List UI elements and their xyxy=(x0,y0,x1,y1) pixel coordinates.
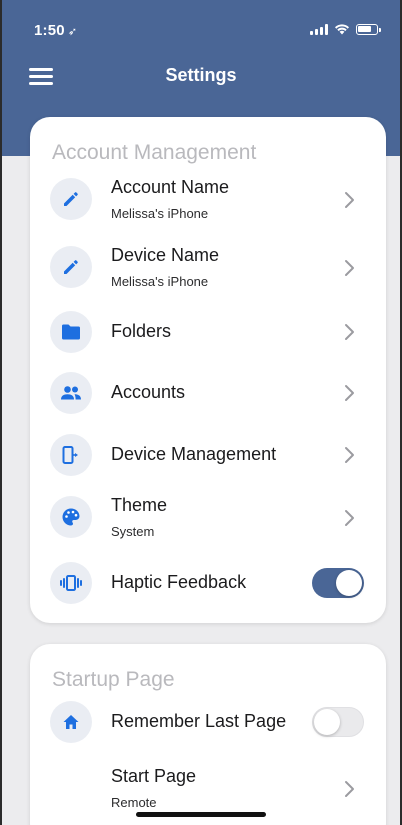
row-value: Melissa's iPhone xyxy=(111,206,209,221)
haptic-feedback-toggle[interactable] xyxy=(312,568,364,598)
chevron-right-icon xyxy=(345,447,354,463)
icon-circle xyxy=(50,496,92,538)
battery-icon xyxy=(356,23,381,35)
icon-circle xyxy=(50,178,92,220)
status-icons xyxy=(310,23,381,35)
people-icon xyxy=(61,386,81,400)
settings-row-accounts[interactable]: Accounts xyxy=(30,363,386,423)
icon-circle xyxy=(50,434,92,476)
page-title: Settings xyxy=(165,65,237,85)
cellular-signal-icon xyxy=(310,23,328,35)
status-bar: 1:50 ➶ xyxy=(0,0,402,56)
status-time: 1:50 ➶ xyxy=(34,22,77,39)
row-label: Theme xyxy=(111,495,168,515)
settings-row-folders[interactable]: Folders xyxy=(30,302,386,362)
chevron-right-icon xyxy=(345,781,354,797)
icon-circle xyxy=(50,246,92,288)
home-icon xyxy=(63,715,79,729)
row-label: Device Management xyxy=(111,444,277,464)
icon-circle xyxy=(50,562,92,604)
row-label: Remember Last Page xyxy=(111,711,287,731)
vibration-icon xyxy=(60,575,82,591)
row-value: Melissa's iPhone xyxy=(111,274,209,289)
settings-row-haptic-feedback: Haptic Feedback xyxy=(30,553,386,613)
wifi-icon xyxy=(335,24,349,35)
home-indicator xyxy=(136,812,266,817)
section-title-account-management: Account Management xyxy=(52,141,257,164)
icon-circle xyxy=(50,311,92,353)
row-value: Remote xyxy=(111,795,157,810)
remember-last-page-toggle[interactable] xyxy=(312,707,364,737)
palette-icon xyxy=(62,508,80,526)
settings-row-remember-last-page: Remember Last Page xyxy=(30,692,386,752)
settings-row-device-management[interactable]: Device Management xyxy=(30,425,386,485)
row-label: Haptic Feedback xyxy=(111,572,247,592)
pencil-icon xyxy=(64,192,78,206)
section-title-startup-page: Startup Page xyxy=(52,668,175,691)
row-label: Device Name xyxy=(111,245,220,265)
screen-edge-left xyxy=(0,0,2,825)
icon-circle xyxy=(50,701,92,743)
settings-row-start-page[interactable]: Start Page Remote xyxy=(30,758,386,818)
settings-row-account-name[interactable]: Account Name Melissa's iPhone xyxy=(30,169,386,229)
account-management-card: Account Management Account Name Melissa'… xyxy=(30,117,386,623)
chevron-right-icon xyxy=(345,192,354,208)
settings-row-theme[interactable]: Theme System xyxy=(30,487,386,547)
settings-row-device-name[interactable]: Device Name Melissa's iPhone xyxy=(30,237,386,297)
row-label: Account Name xyxy=(111,177,230,197)
status-time-text: 1:50 xyxy=(34,22,65,39)
chevron-right-icon xyxy=(345,385,354,401)
chevron-right-icon xyxy=(345,260,354,276)
navigation-bar: Settings xyxy=(0,56,402,96)
row-label: Accounts xyxy=(111,382,186,402)
folder-icon xyxy=(62,324,80,340)
chevron-right-icon xyxy=(345,324,354,340)
device-transfer-icon xyxy=(62,446,78,464)
toggle-knob xyxy=(336,570,362,596)
row-label: Start Page xyxy=(111,766,197,786)
toggle-knob xyxy=(314,709,340,735)
pencil-icon xyxy=(64,260,78,274)
location-arrow-icon: ➶ xyxy=(67,26,78,38)
chevron-right-icon xyxy=(345,510,354,526)
row-label: Folders xyxy=(111,321,172,341)
row-value: System xyxy=(111,524,155,539)
startup-page-card: Startup Page Remember Last Page Start Pa… xyxy=(30,644,386,825)
icon-circle xyxy=(50,372,92,414)
